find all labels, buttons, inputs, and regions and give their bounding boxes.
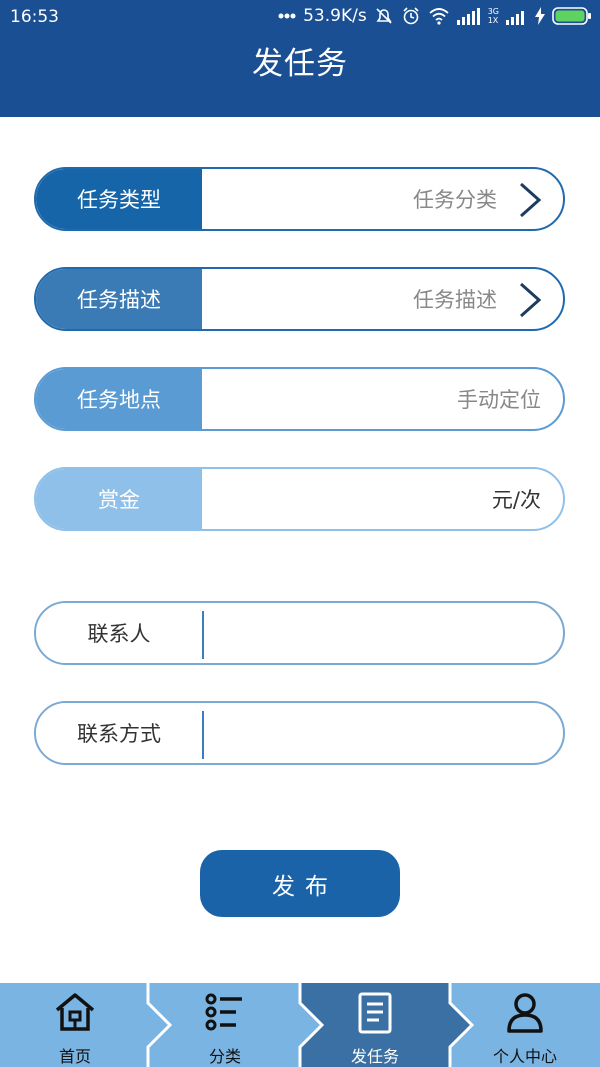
text-cursor <box>202 711 204 759</box>
mute-icon <box>374 6 394 26</box>
network-label: 3G <box>487 7 499 16</box>
charging-icon <box>535 7 545 25</box>
chevron-right-icon <box>517 181 543 223</box>
bottom-nav: 首页 分类 发任务 个人中心 <box>0 983 600 1067</box>
publish-button[interactable]: 发布 <box>200 850 400 917</box>
sim-label: 1X <box>487 16 499 25</box>
list-icon <box>204 991 246 1037</box>
status-icons: 53.9K/s 3G 1X <box>278 5 592 27</box>
task-type-row[interactable]: 任务类型 任务分类 <box>34 167 565 231</box>
home-icon <box>54 991 96 1039</box>
nav-separator <box>446 983 475 1067</box>
wifi-icon <box>428 7 450 25</box>
reward-unit: 元/次 <box>491 488 541 512</box>
task-desc-value: 任务描述 <box>413 288 497 312</box>
nav-separator <box>296 983 325 1067</box>
task-type-label: 任务类型 <box>36 169 202 229</box>
battery-icon <box>552 7 592 25</box>
contact-label: 联系人 <box>36 603 202 663</box>
task-desc-label: 任务描述 <box>36 269 202 329</box>
task-desc-row[interactable]: 任务描述 任务描述 <box>34 267 565 331</box>
signal-icon-2 <box>506 6 528 26</box>
more-dots-icon <box>278 12 296 20</box>
contact-row[interactable]: 联系人 <box>34 601 565 665</box>
status-bar: 16:53 53.9K/s 3G 1X <box>0 0 600 34</box>
text-cursor <box>202 611 204 659</box>
task-place-row[interactable]: 任务地点 手动定位 <box>34 367 565 431</box>
contact-method-row[interactable]: 联系方式 <box>34 701 565 765</box>
nav-separator <box>146 983 173 1067</box>
task-type-value: 任务分类 <box>413 188 497 212</box>
signal-icon <box>456 5 481 27</box>
user-icon <box>505 991 545 1039</box>
contact-method-label: 联系方式 <box>36 703 202 763</box>
reward-row[interactable]: 赏金 元/次 <box>34 467 565 531</box>
page-title: 发任务 <box>252 46 348 82</box>
status-time: 16:53 <box>10 7 59 27</box>
header: 16:53 53.9K/s 3G 1X 发任务 <box>0 0 600 117</box>
task-place-label: 任务地点 <box>36 369 202 429</box>
chevron-right-icon <box>517 281 543 323</box>
reward-label: 赏金 <box>36 469 202 529</box>
alarm-icon <box>401 6 421 26</box>
network-type: 3G 1X <box>488 7 499 25</box>
network-speed: 53.9K/s <box>303 6 367 26</box>
nav-home-label: 首页 <box>58 1047 91 1066</box>
document-icon <box>357 991 393 1039</box>
task-place-value[interactable]: 手动定位 <box>457 369 541 429</box>
nav-home[interactable]: 首页 <box>0 983 150 1067</box>
